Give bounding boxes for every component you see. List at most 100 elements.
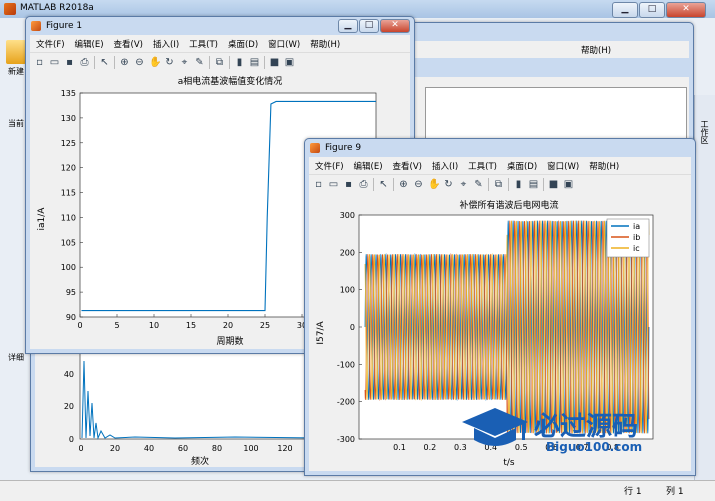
save-icon[interactable]: ▪ xyxy=(343,179,354,190)
menu-tools[interactable]: 工具(T) xyxy=(189,38,218,50)
status-col: 列 1 xyxy=(666,487,684,497)
details-label: 详细 xyxy=(8,353,24,362)
menu-insert[interactable]: 插入(I) xyxy=(432,160,458,172)
chart-9-ytick-label: 100 xyxy=(340,286,355,295)
menu-desktop[interactable]: 桌面(D) xyxy=(507,160,537,172)
figure-1-toolbar: ▫ ▭ ▪ ⎙ ↖ ⊕ ⊖ ✋ ↻ ⌖ ✎ ⧉ ▮ ▤ ■ ▣ xyxy=(30,52,410,71)
figure-icon xyxy=(31,21,41,31)
rotate-icon[interactable]: ↻ xyxy=(443,179,454,190)
menu-help[interactable]: 帮助(H) xyxy=(589,160,619,172)
link-icon[interactable]: ⧉ xyxy=(214,57,225,68)
matlab-logo-icon xyxy=(4,3,16,15)
chart-1-ylabel: ia1/A xyxy=(37,207,47,231)
link-icon[interactable]: ⧉ xyxy=(493,179,504,190)
open-icon[interactable]: ▭ xyxy=(328,179,339,190)
chart-1-xtick-label: 10 xyxy=(149,321,159,330)
chart-1-xtick-label: 15 xyxy=(186,321,196,330)
menu-window[interactable]: 窗口(W) xyxy=(268,38,300,50)
brush-icon[interactable]: ✎ xyxy=(473,179,484,190)
pan-icon[interactable]: ✋ xyxy=(428,179,440,190)
figure-9-toolbar: ▫ ▭ ▪ ⎙ ↖ ⊕ ⊖ ✋ ↻ ⌖ ✎ ⧉ ▮ ▤ ■ ▣ xyxy=(309,174,691,193)
print-icon[interactable]: ⎙ xyxy=(358,179,369,190)
menu-view[interactable]: 查看(V) xyxy=(393,160,422,172)
dock-icon[interactable]: ▣ xyxy=(563,179,574,190)
toolbar-separator xyxy=(94,55,95,69)
dock-icon[interactable]: ▣ xyxy=(284,57,295,68)
new-label: 新建 xyxy=(8,67,24,76)
spectrum-xtick-0: 0 xyxy=(78,444,83,453)
chart-1-ytick-label: 120 xyxy=(61,164,76,173)
chart-1-xtick-label: 25 xyxy=(260,321,270,330)
legend-icon[interactable]: ▤ xyxy=(249,57,260,68)
chart-9-title: 补偿所有谐波后电网电流 xyxy=(459,199,558,211)
chart-9-ytick-label: 300 xyxy=(340,211,355,220)
chart-9-ytick-label: -200 xyxy=(337,398,355,407)
zoom-out-icon[interactable]: ⊖ xyxy=(413,179,424,190)
menu-file[interactable]: 文件(F) xyxy=(315,160,344,172)
menu-tools[interactable]: 工具(T) xyxy=(468,160,497,172)
print-icon[interactable]: ⎙ xyxy=(79,57,90,68)
colorbar-icon[interactable]: ▮ xyxy=(513,179,524,190)
chart-1-ytick-label: 105 xyxy=(61,238,76,247)
spectrum-xtick-60: 60 xyxy=(178,444,188,453)
minimize-icon[interactable]: ▁ xyxy=(612,2,638,18)
menu-desktop[interactable]: 桌面(D) xyxy=(228,38,258,50)
toolbar-separator xyxy=(488,177,489,191)
pointer-icon[interactable]: ↖ xyxy=(99,57,110,68)
chart-9-legend-label: ia xyxy=(633,222,640,231)
spectrum-xlabel: 频次 xyxy=(191,455,209,467)
rotate-icon[interactable]: ↻ xyxy=(164,57,175,68)
legend-icon[interactable]: ▤ xyxy=(528,179,539,190)
new-figure-icon[interactable]: ▫ xyxy=(34,57,45,68)
chart-1-ytick-label: 90 xyxy=(66,313,76,322)
data-cursor-icon[interactable]: ⌖ xyxy=(179,57,190,68)
menu-file[interactable]: 文件(F) xyxy=(36,38,65,50)
pointer-icon[interactable]: ↖ xyxy=(378,179,389,190)
menu-view[interactable]: 查看(V) xyxy=(114,38,143,50)
zoom-in-icon[interactable]: ⊕ xyxy=(119,57,130,68)
chart-1-ytick-label: 115 xyxy=(61,189,76,198)
zoom-out-icon[interactable]: ⊖ xyxy=(134,57,145,68)
toolbar-separator xyxy=(229,55,230,69)
toolbar-separator xyxy=(264,55,265,69)
new-figure-icon[interactable]: ▫ xyxy=(313,179,324,190)
figure-window-bg-1[interactable]: 帮助(H) xyxy=(410,22,694,154)
workspace-label: 工作区 xyxy=(700,120,709,144)
minimize-icon[interactable]: ▁ xyxy=(338,19,358,33)
toolbar-separator xyxy=(373,177,374,191)
chart-1-xlabel: 周期数 xyxy=(216,335,243,347)
zoom-in-icon[interactable]: ⊕ xyxy=(398,179,409,190)
hide-tools-icon[interactable]: ■ xyxy=(548,179,559,190)
menu-insert[interactable]: 插入(I) xyxy=(153,38,179,50)
graduation-cap-logo-icon xyxy=(462,408,528,446)
figure-9-title-bar: Figure 9 xyxy=(305,139,695,157)
maximize-icon[interactable]: □ xyxy=(359,19,379,33)
chart-9-legend: ia ib ic xyxy=(606,218,650,258)
chart-1-ytick-label: 130 xyxy=(61,114,76,123)
save-icon[interactable]: ▪ xyxy=(64,57,75,68)
close-icon[interactable]: ✕ xyxy=(666,2,706,18)
chart-9-legend-label: ib xyxy=(633,233,640,242)
data-cursor-icon[interactable]: ⌖ xyxy=(458,179,469,190)
chart-1-ytick-label: 110 xyxy=(61,213,76,222)
brush-icon[interactable]: ✎ xyxy=(194,57,205,68)
matlab-window-controls: ▁ □ ✕ xyxy=(612,2,706,18)
close-icon[interactable]: ✕ xyxy=(380,19,410,33)
menu-edit[interactable]: 编辑(E) xyxy=(354,160,383,172)
menu-window[interactable]: 窗口(W) xyxy=(547,160,579,172)
menu-edit[interactable]: 编辑(E) xyxy=(75,38,104,50)
chart-9-ytick-label: -300 xyxy=(337,435,355,444)
spectrum-xtick-100: 100 xyxy=(243,444,258,453)
figure-bg1-menu: 帮助(H) xyxy=(415,41,689,58)
watermark-text: 必过源码 xyxy=(534,412,639,442)
maximize-icon[interactable]: □ xyxy=(639,2,665,18)
figure-9-menu-bar: 文件(F) 编辑(E) 查看(V) 插入(I) 工具(T) 桌面(D) 窗口(W… xyxy=(309,157,691,174)
new-script-icon[interactable] xyxy=(6,40,26,64)
toolbar-separator xyxy=(114,55,115,69)
hide-tools-icon[interactable]: ■ xyxy=(269,57,280,68)
open-icon[interactable]: ▭ xyxy=(49,57,60,68)
colorbar-icon[interactable]: ▮ xyxy=(234,57,245,68)
chart-9-xtick-label: 0.1 xyxy=(393,443,406,452)
pan-icon[interactable]: ✋ xyxy=(149,57,161,68)
menu-help[interactable]: 帮助(H) xyxy=(310,38,340,50)
